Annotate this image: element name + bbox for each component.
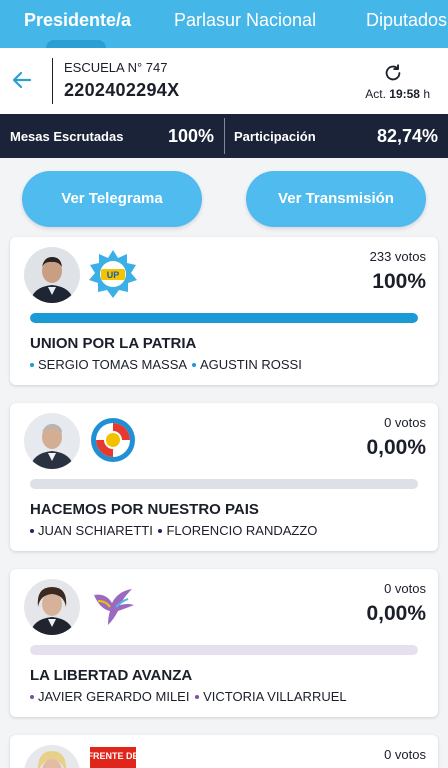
lla-party-logo-icon [94, 589, 134, 625]
candidate-photo [24, 413, 80, 469]
stats-divider [224, 118, 225, 154]
result-card[interactable]: 0 votos 0,00% LA LIBERTAD AVANZA JAVIER … [10, 569, 438, 717]
updated-prefix: Act. [365, 87, 386, 101]
refresh-icon[interactable] [382, 62, 404, 84]
header-divider [52, 58, 53, 104]
tab-bar: Presidente/a Parlasur Nacional Diputados [0, 0, 448, 48]
ver-telegrama-button[interactable]: Ver Telegrama [22, 171, 202, 227]
candidate-photo [24, 247, 80, 303]
tab-parlasur-nacional[interactable]: Parlasur Nacional [174, 0, 316, 48]
vote-count: 0 votos [384, 747, 426, 762]
participacion-label: Participación [234, 129, 316, 144]
vote-count: 0 votos [384, 581, 426, 596]
stats-bar: Mesas Escrutadas 100% Participación 82,7… [0, 114, 448, 158]
vote-percent: 0,00% [366, 602, 426, 625]
vote-count: 0 votos [384, 415, 426, 430]
bullet-icon [191, 362, 196, 367]
party-name: HACEMOS POR NUESTRO PAIS [30, 501, 259, 518]
party-name: UNION POR LA PATRIA [30, 335, 197, 352]
candidate-photo [24, 579, 80, 635]
bullet-icon [195, 694, 200, 699]
party-name: LA LIBERTAD AVANZA [30, 667, 193, 684]
ver-transmision-button[interactable]: Ver Transmisión [246, 171, 426, 227]
frente-logo-text: FRENTE DE [88, 751, 138, 761]
mesas-escrutadas-value: 100% [167, 126, 214, 146]
candidate-vice: AGUSTIN ROSSI [199, 357, 302, 372]
candidate-list: SERGIO TOMAS MASSA AGUSTIN ROSSI [30, 357, 302, 372]
candidate-vice: FLORENCIO RANDAZZO [166, 523, 318, 538]
vote-share-bar [30, 313, 418, 323]
updated-time: 19:58 [389, 87, 420, 101]
result-card[interactable]: UP 233 votos 100% UNION POR LA PATRIA SE… [10, 237, 438, 385]
tab-diputados[interactable]: Diputados [366, 0, 447, 48]
bullet-icon [30, 694, 34, 699]
candidate-list: JUAN SCHIARETTI FLORENCIO RANDAZZO [30, 523, 317, 538]
vote-share-bar [30, 479, 418, 489]
bullet-icon [158, 528, 163, 533]
candidate-president: SERGIO TOMAS MASSA [38, 357, 187, 372]
frente-party-logo-icon: FRENTE DE [88, 747, 138, 768]
result-card[interactable]: 0 votos 0,00% HACEMOS POR NUESTRO PAIS J… [10, 403, 438, 551]
up-logo-text: UP [107, 270, 120, 280]
arrow-left-icon[interactable] [10, 68, 34, 92]
vote-share-fill [30, 313, 418, 323]
hacemos-party-logo-icon [91, 418, 135, 462]
result-card[interactable]: FRENTE DE 0 votos [10, 735, 438, 768]
candidate-president: JAVIER GERARDO MILEI [38, 689, 190, 704]
candidate-photo [24, 745, 80, 768]
vote-percent: 0,00% [366, 436, 426, 459]
active-tab-indicator [46, 40, 106, 48]
bullet-icon [30, 528, 34, 533]
mesas-escrutadas-label: Mesas Escrutadas [10, 129, 124, 144]
bullet-icon [30, 362, 34, 367]
up-party-logo-icon: UP [89, 250, 137, 298]
candidate-list: JAVIER GERARDO MILEI VICTORIA VILLARRUEL [30, 689, 347, 704]
updated-suffix: h [423, 87, 430, 101]
vote-percent: 100% [372, 270, 426, 293]
participacion-value: 82,74% [376, 126, 438, 146]
candidate-vice: VICTORIA VILLARRUEL [203, 689, 347, 704]
mesa-code: 2202402294X [64, 80, 180, 100]
last-updated: Act. 19:58 h [365, 87, 430, 101]
vote-count: 233 votos [369, 249, 426, 264]
school-name: ESCUELA N° 747 [64, 60, 168, 75]
candidate-president: JUAN SCHIARETTI [38, 523, 153, 538]
vote-share-bar [30, 645, 418, 655]
mesa-header: ESCUELA N° 747 2202402294X Act. 19:58 h [0, 48, 448, 114]
